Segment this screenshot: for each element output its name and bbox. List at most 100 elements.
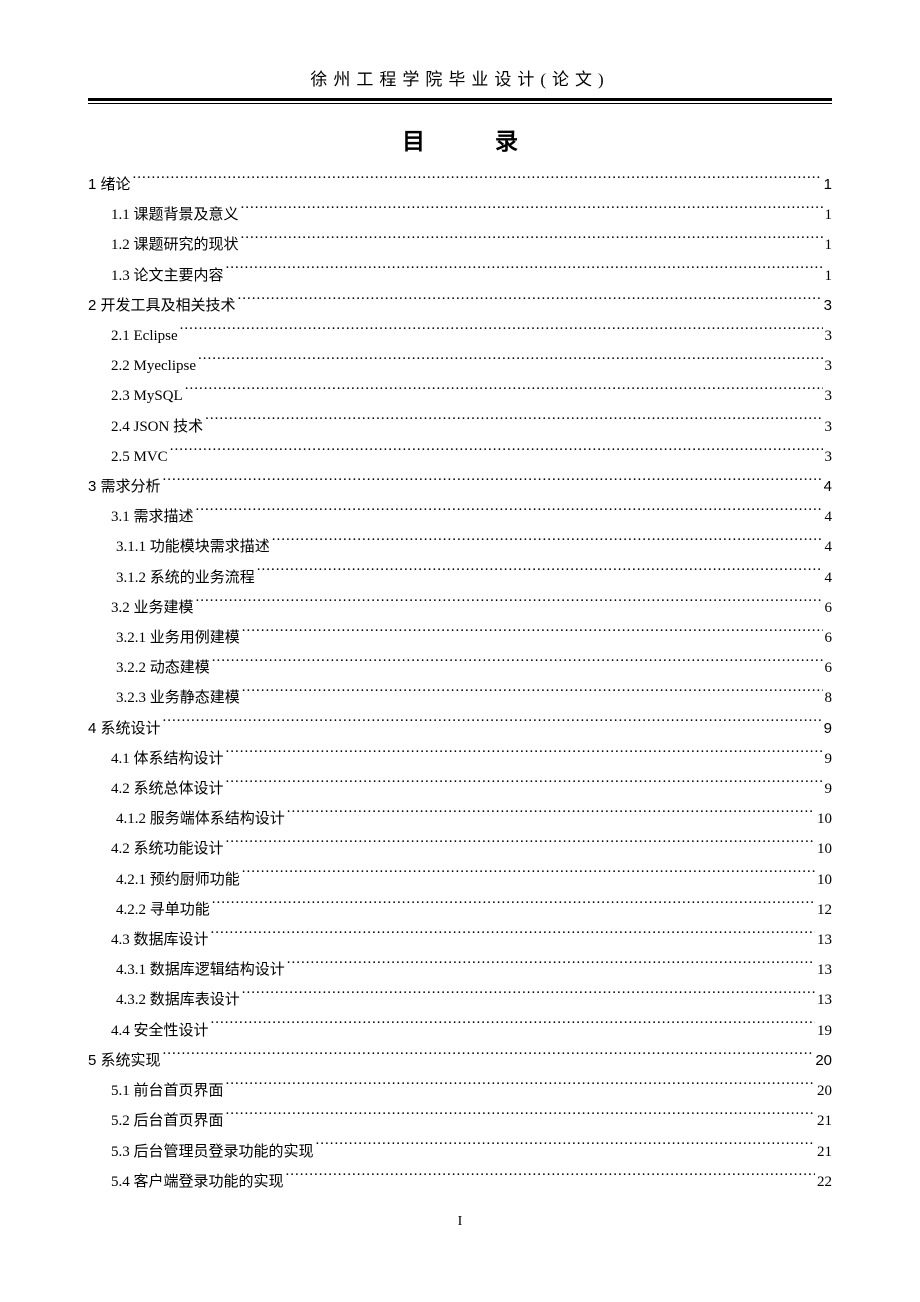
toc-entry-label: 2.1 Eclipse (111, 321, 178, 351)
toc-dot-leader (286, 1171, 815, 1186)
toc-entry-label: 4.3.2 数据库表设计 (116, 985, 240, 1015)
toc-dot-leader (133, 174, 822, 189)
toc-title: 目录 (88, 122, 832, 156)
toc-title-char2: 录 (495, 128, 518, 154)
toc-entry-label: 4 系统设计 (88, 714, 161, 744)
toc-entry-page: 10 (817, 804, 832, 834)
toc-entry-page: 9 (825, 744, 833, 774)
toc-dot-leader (242, 989, 815, 1004)
toc-dot-leader (185, 385, 823, 400)
toc-dot-leader (242, 869, 815, 884)
toc-entry-label: 4.1.2 服务端体系结构设计 (116, 804, 285, 834)
toc-entry: 2.4 JSON 技术 3 (88, 412, 832, 442)
toc-entry-label: 3.2 业务建模 (111, 593, 194, 623)
toc-entry: 4 系统设计 9 (88, 714, 832, 744)
toc-entry-label: 2.4 JSON 技术 (111, 412, 203, 442)
toc-dot-leader (238, 295, 822, 310)
toc-entry-label: 4.2.2 寻单功能 (116, 895, 210, 925)
toc-dot-leader (241, 204, 823, 219)
toc-entry-page: 4 (824, 472, 832, 502)
toc-entry: 3.2.1 业务用例建模 6 (88, 623, 832, 653)
toc-dot-leader (257, 567, 823, 582)
toc-entry-page: 3 (825, 381, 833, 411)
toc-entry-label: 1.3 论文主要内容 (111, 261, 224, 291)
toc-entry-page: 22 (817, 1167, 832, 1197)
toc-dot-leader (198, 355, 823, 370)
toc-entry-label: 5.2 后台首页界面 (111, 1106, 224, 1136)
toc-entry: 2.2 Myeclipse3 (88, 351, 832, 381)
toc-entry-label: 2.5 MVC (111, 442, 168, 472)
toc-entry-page: 4 (825, 532, 833, 562)
toc-dot-leader (170, 446, 823, 461)
toc-entry-label: 1 绪论 (88, 170, 131, 200)
toc-entry-page: 6 (825, 623, 833, 653)
toc-entry-page: 12 (817, 895, 832, 925)
toc-entry-label: 3.2.3 业务静态建模 (116, 683, 240, 713)
toc-dot-leader (211, 929, 815, 944)
toc-dot-leader (163, 476, 822, 491)
toc-entry-page: 9 (825, 774, 833, 804)
toc-dot-leader (212, 657, 823, 672)
toc-dot-leader (163, 1050, 814, 1065)
toc-entry-page: 3 (824, 291, 832, 321)
toc-dot-leader (226, 778, 823, 793)
header-divider (88, 98, 832, 104)
toc-entry: 3.1 需求描述4 (88, 502, 832, 532)
toc-entry-page: 8 (825, 683, 833, 713)
toc-entry: 3.1.1 功能模块需求描述 4 (88, 532, 832, 562)
toc-entry-page: 21 (817, 1137, 832, 1167)
toc-dot-leader (205, 416, 822, 431)
toc-entry: 2.1 Eclipse3 (88, 321, 832, 351)
toc-entry-page: 13 (817, 925, 832, 955)
toc-entry: 1 绪论 1 (88, 170, 832, 200)
toc-entry-label: 2.2 Myeclipse (111, 351, 196, 381)
toc-dot-leader (226, 1080, 815, 1095)
toc-entry: 2.3 MySQL 3 (88, 381, 832, 411)
toc-entry: 4.2 系统总体设计 9 (88, 774, 832, 804)
toc-entry-label: 3 需求分析 (88, 472, 161, 502)
toc-entry-label: 4.2 系统功能设计 (111, 834, 224, 864)
toc-dot-leader (226, 265, 823, 280)
toc-dot-leader (226, 1110, 815, 1125)
toc-dot-leader (242, 627, 823, 642)
toc-entry-label: 5 系统实现 (88, 1046, 161, 1076)
toc-entry-label: 4.4 安全性设计 (111, 1016, 209, 1046)
toc-entry: 4.3 数据库设计13 (88, 925, 832, 955)
toc-dot-leader (212, 899, 815, 914)
toc-entry-page: 1 (825, 261, 833, 291)
toc-dot-leader (163, 718, 822, 733)
toc-entry-page: 1 (824, 170, 832, 200)
toc-entry-page: 10 (817, 865, 832, 895)
toc-entry: 1.2 课题研究的现状1 (88, 230, 832, 260)
toc-entry-label: 1.1 课题背景及意义 (111, 200, 239, 230)
toc-entry-page: 9 (824, 714, 832, 744)
toc-entry: 3.1.2 系统的业务流程4 (88, 563, 832, 593)
toc-entry: 4.1 体系结构设计9 (88, 744, 832, 774)
toc-dot-leader (241, 234, 823, 249)
toc-entry-label: 3.1.2 系统的业务流程 (116, 563, 255, 593)
toc-entry: 5.4 客户端登录功能的实现22 (88, 1167, 832, 1197)
toc-entry-label: 3.1.1 功能模块需求描述 (116, 532, 270, 562)
toc-entry-label: 3.1 需求描述 (111, 502, 194, 532)
toc-entry-page: 3 (825, 412, 833, 442)
toc-entry-page: 6 (825, 653, 833, 683)
toc-entry-label: 3.2.1 业务用例建模 (116, 623, 240, 653)
toc-dot-leader (180, 325, 823, 340)
toc-entry: 5.1 前台首页界面20 (88, 1076, 832, 1106)
toc-entry-page: 6 (825, 593, 833, 623)
toc-dot-leader (196, 506, 823, 521)
toc-entry-page: 3 (825, 442, 833, 472)
toc-entry: 5.3 后台管理员登录功能的实现21 (88, 1137, 832, 1167)
toc-entry-label: 4.2 系统总体设计 (111, 774, 224, 804)
toc-entry-label: 2.3 MySQL (111, 381, 183, 411)
toc-dot-leader (316, 1141, 815, 1156)
toc-entry: 4.2 系统功能设计10 (88, 834, 832, 864)
toc-entry: 4.2.2 寻单功能 12 (88, 895, 832, 925)
footer-page-number: I (0, 1214, 920, 1230)
toc-entry-label: 4.3.1 数据库逻辑结构设计 (116, 955, 285, 985)
toc-entry-page: 20 (815, 1046, 832, 1076)
toc-entry: 1.1 课题背景及意义1 (88, 200, 832, 230)
toc-dot-leader (287, 808, 815, 823)
toc-entry-label: 5.1 前台首页界面 (111, 1076, 224, 1106)
toc-entry-page: 13 (817, 955, 832, 985)
